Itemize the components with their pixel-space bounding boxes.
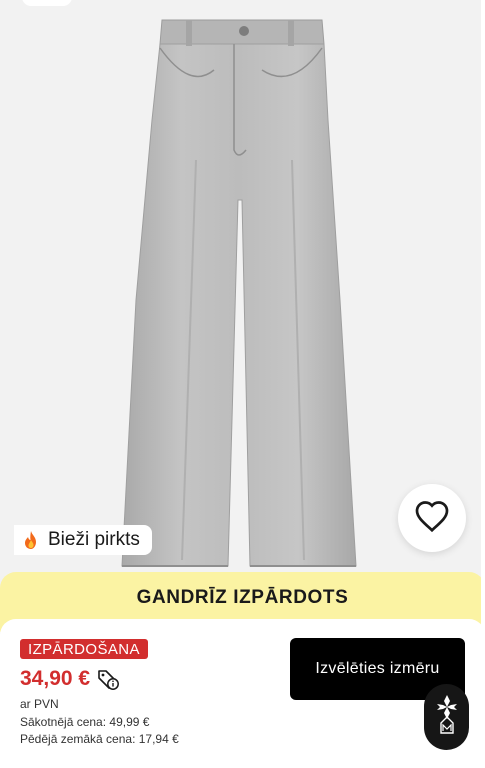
purchase-panel: IZPĀRDOŠANA 34,90 € ar PVN Sākotnējā cen… (0, 619, 485, 768)
heart-outline-icon (414, 499, 450, 538)
price-tag-info-icon[interactable] (96, 667, 120, 691)
assistant-button[interactable] (424, 684, 469, 750)
current-price: 34,90 € (20, 667, 91, 690)
lowest-price: Pēdējā zemākā cena: 17,94 € (20, 732, 179, 746)
price-row: 34,90 € (20, 667, 120, 691)
wishlist-button[interactable] (398, 484, 466, 552)
product-image-area[interactable]: Bieži pirkts (0, 0, 485, 580)
fire-icon (20, 529, 42, 551)
popular-badge: Bieži pirkts (14, 525, 152, 555)
assistant-logo-icon (433, 691, 461, 744)
screen-edge (481, 0, 485, 768)
sale-tag: IZPĀRDOŠANA (20, 639, 148, 659)
popular-badge-label: Bieži pirkts (48, 529, 140, 550)
almost-sold-out-text: GANDRĪZ IZPĀRDOTS (136, 587, 349, 608)
vat-note: ar PVN (20, 697, 59, 711)
original-price: Sākotnējā cena: 49,99 € (20, 715, 150, 729)
